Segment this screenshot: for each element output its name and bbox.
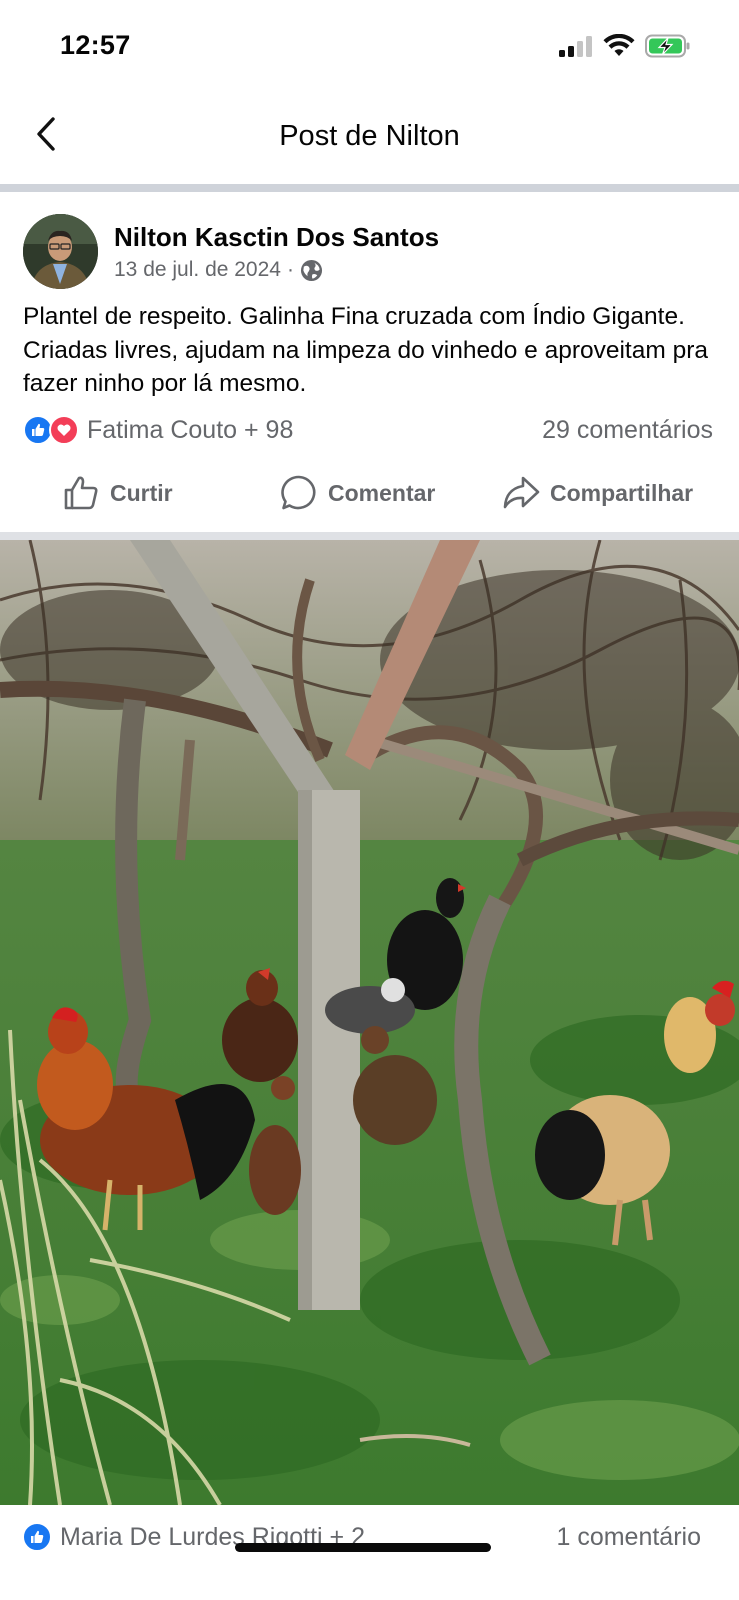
post-date[interactable]: 13 de jul. de 2024 <box>114 258 281 282</box>
share-arrow-icon <box>503 476 540 509</box>
comment-button[interactable]: Comentar <box>280 474 435 512</box>
photo-top-divider <box>0 532 739 540</box>
love-icon <box>49 415 79 445</box>
status-time: 12:57 <box>60 30 131 60</box>
author-name[interactable]: Nilton Kasctin Dos Santos <box>114 222 439 253</box>
battery-charging-icon <box>645 34 690 58</box>
author-avatar-image <box>23 214 98 289</box>
share-label: Compartilhar <box>550 479 694 506</box>
photo-chickens-vineyard <box>0 540 739 1505</box>
post-meta: 13 de jul. de 2024 · <box>114 258 323 282</box>
like-icon <box>22 1522 52 1552</box>
like-button[interactable]: Curtir <box>62 474 173 512</box>
status-bar: 12:57 <box>0 0 739 96</box>
post-actions: Curtir Comentar Compartilhar <box>0 466 739 526</box>
post-text: Plantel de respeito. Galinha Fina cruzad… <box>23 303 708 397</box>
globe-icon <box>300 259 323 281</box>
photo-reactions-row[interactable]: Maria De Lurdes Rigotti + 2 1 comentário <box>0 1505 739 1600</box>
reactions-names[interactable]: Fatima Couto + 98 <box>87 416 293 445</box>
cellular-signal-icon <box>559 36 592 57</box>
photo-comments-count[interactable]: 1 comentário <box>556 1523 701 1552</box>
comment-label: Comentar <box>328 479 436 506</box>
avatar[interactable] <box>23 214 98 289</box>
home-indicator[interactable] <box>235 1543 491 1552</box>
wifi-icon <box>603 34 635 56</box>
meta-separator: · <box>286 258 294 281</box>
comments-count[interactable]: 29 comentários <box>542 416 713 445</box>
post-photo[interactable] <box>0 540 739 1505</box>
post-header: Nilton Kasctin Dos Santos 13 de jul. de … <box>0 192 739 302</box>
comment-bubble-icon <box>281 475 316 510</box>
header-separator <box>0 184 739 192</box>
page-title: Post de Nilton <box>279 120 460 152</box>
reaction-icons <box>23 415 79 445</box>
status-icons <box>559 34 691 58</box>
reactions-summary[interactable]: Fatima Couto + 98 29 comentários <box>23 410 713 450</box>
like-label: Curtir <box>110 479 173 506</box>
thumbs-up-icon <box>64 476 98 510</box>
nav-bar: Post de Nilton <box>0 96 739 184</box>
share-button[interactable]: Compartilhar <box>502 474 693 512</box>
